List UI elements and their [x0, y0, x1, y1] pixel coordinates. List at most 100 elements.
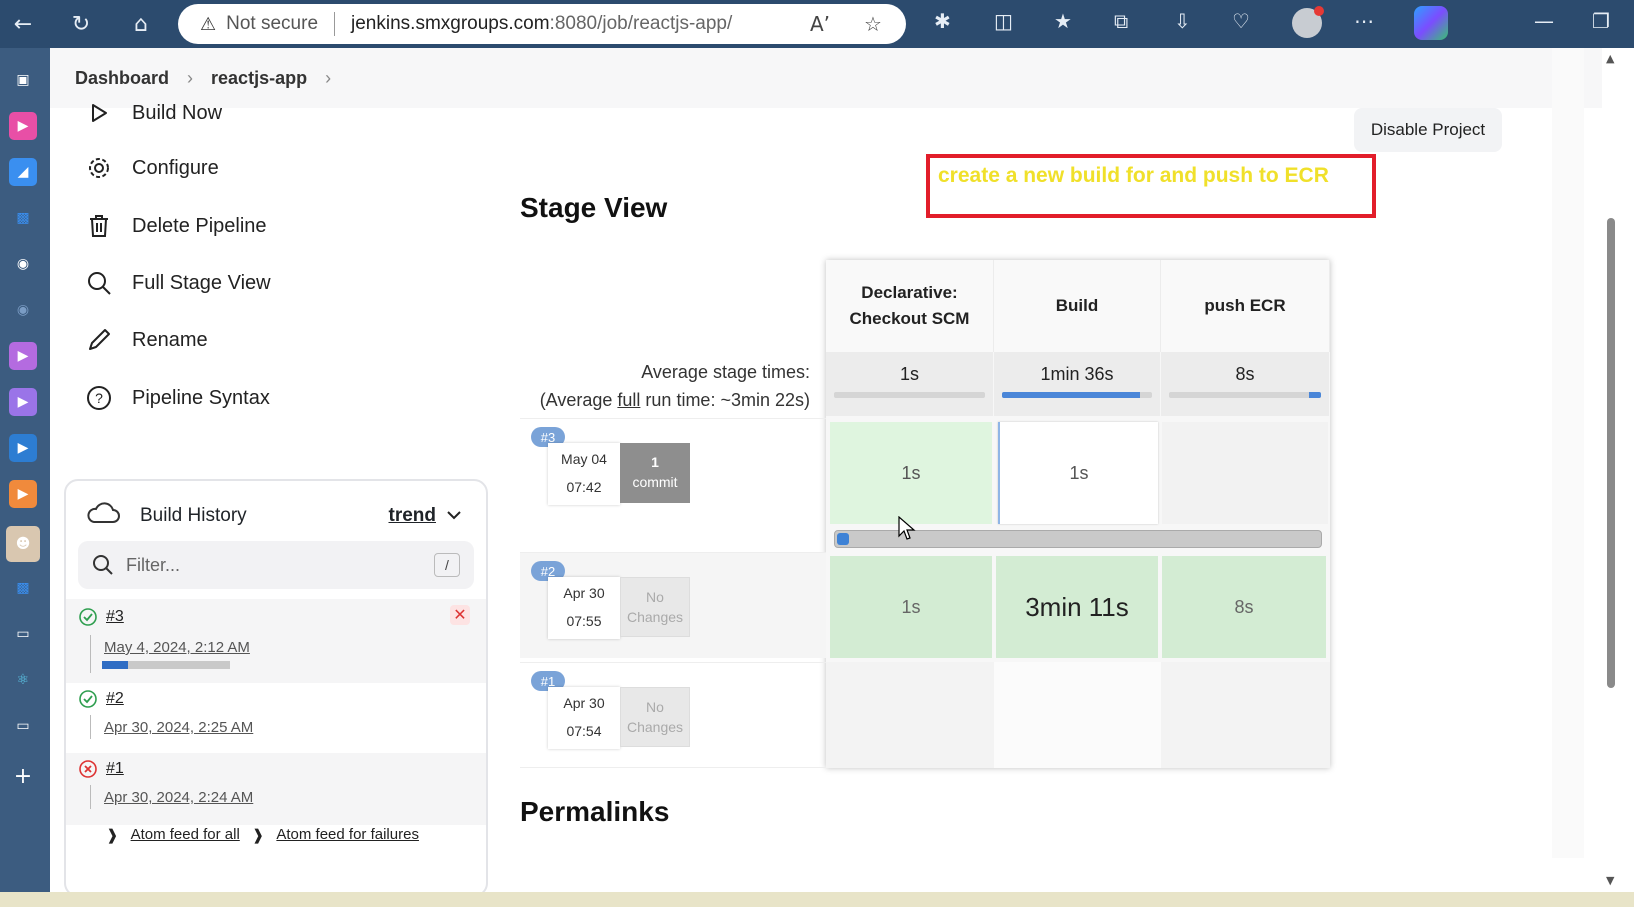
browser-toolbar: ← ↻ ⌂ ⚠ Not secure jenkins.smxgroups.com… [0, 0, 1634, 48]
sidebar-app-icon[interactable]: ◢ [9, 158, 37, 186]
chevron-right-icon[interactable]: › [325, 68, 331, 89]
tab-actions-icon[interactable]: ▣ [9, 66, 37, 94]
build-date-link[interactable]: Apr 30, 2024, 2:25 AM [104, 719, 253, 736]
build-row[interactable]: #1 Apr 30, 2024, 2:24 AM [66, 753, 486, 825]
stage-cell-empty [1161, 662, 1330, 768]
profile-avatar[interactable] [1292, 6, 1324, 38]
run-changes[interactable]: No Changes [620, 687, 690, 747]
build-number-link[interactable]: #1 [106, 760, 124, 778]
sidebar-app-icon[interactable]: ▩ [9, 574, 37, 602]
document-icon[interactable]: ▭ [9, 620, 37, 648]
play-icon [86, 100, 112, 126]
atom-feeds: ❱ Atom feed for all ❱ Atom feed for fail… [106, 826, 419, 844]
stage-cell-empty [826, 662, 994, 768]
jenkins-icon[interactable]: ☻ [6, 526, 40, 562]
task-pipeline-syntax[interactable]: ? Pipeline Syntax [86, 378, 270, 418]
refresh-icon[interactable]: ↻ [64, 8, 98, 40]
url-text: jenkins.smxgroups.com:8080/job/reactjs-a… [351, 13, 733, 34]
avg-stage-bar-fill [1002, 392, 1140, 398]
stage-header: Declarative: Checkout SCM [826, 260, 994, 352]
build-row[interactable]: #2 Apr 30, 2024, 2:25 AM [66, 683, 486, 755]
sidebar-app-icon[interactable]: ▶ [9, 480, 37, 508]
address-bar[interactable]: ⚠ Not secure jenkins.smxgroups.com:8080/… [178, 4, 906, 44]
task-delete-pipeline[interactable]: Delete Pipeline [86, 206, 267, 246]
stage-cell[interactable]: 3min 11s [996, 556, 1158, 658]
sidebar-app-icon[interactable]: ▶ [9, 112, 37, 140]
stage-cell[interactable]: 1s [830, 556, 992, 658]
run-changes[interactable]: No Changes [620, 577, 690, 637]
downloads-icon[interactable]: ⇩ [1174, 9, 1191, 33]
read-aloud-icon[interactable]: A’ [810, 12, 830, 36]
stage-header: Build [994, 260, 1161, 352]
atom-feed-failures-link[interactable]: Atom feed for failures [276, 826, 419, 844]
back-icon[interactable]: ← [6, 8, 40, 40]
copilot-icon[interactable] [1414, 6, 1448, 40]
run-row: #3 May 04 07:42 1 commit [520, 418, 826, 524]
sidebar-app-icon[interactable]: ▩ [9, 204, 37, 232]
restore-icon[interactable]: ❐ [1592, 9, 1610, 33]
sidebar-app-icon[interactable]: ▶ [9, 388, 37, 416]
disable-project-button[interactable]: Disable Project [1354, 108, 1502, 152]
breadcrumb-job[interactable]: reactjs-app [211, 68, 307, 89]
scrollbar-track[interactable] [1552, 48, 1584, 858]
build-row[interactable]: #3 ✕ May 4, 2024, 2:12 AM [66, 599, 486, 683]
sidebar-app-icon[interactable]: ▶ [9, 434, 37, 462]
jenkins-page: Dashboard › reactjs-app › Build Now Conf… [50, 48, 1634, 907]
build-date-link[interactable]: Apr 30, 2024, 2:24 AM [104, 789, 253, 806]
run-changes[interactable]: 1 commit [620, 443, 690, 503]
stage-cell[interactable]: 8s [1162, 556, 1326, 658]
add-icon[interactable]: + [9, 762, 37, 790]
collections-icon[interactable]: ⧉ [1114, 9, 1128, 33]
permalinks-title: Permalinks [520, 796, 670, 827]
scrollbar-thumb[interactable] [1607, 218, 1615, 688]
stage-view-title: Stage View [520, 192, 668, 223]
breadcrumb: Dashboard › reactjs-app › [50, 48, 1602, 108]
cancel-build-icon[interactable]: ✕ [450, 605, 470, 625]
taskbar-edge [0, 892, 1634, 907]
minimize-icon[interactable]: — [1534, 9, 1554, 33]
favorites-icon[interactable]: ★ [1054, 9, 1072, 33]
task-configure[interactable]: Configure [86, 148, 219, 188]
build-date-link[interactable]: May 4, 2024, 2:12 AM [104, 639, 250, 656]
gear-icon [86, 155, 112, 181]
extensions-icon[interactable]: ✱ [934, 9, 951, 33]
browser-essentials-icon[interactable]: ♡ [1232, 9, 1250, 33]
rss-icon: ❱ [251, 827, 265, 844]
atom-feed-all-link[interactable]: Atom feed for all [131, 826, 240, 844]
stage-cell-running[interactable]: 1s [998, 422, 1158, 524]
pencil-icon [86, 327, 112, 353]
avg-stage-bar [1002, 392, 1152, 398]
avg-stage-bar-fill [1308, 392, 1321, 398]
split-screen-icon[interactable]: ◫ [994, 9, 1013, 33]
more-icon[interactable]: ⋯ [1354, 9, 1374, 33]
sidebar-app-icon[interactable]: ▶ [9, 342, 37, 370]
build-number-link[interactable]: #3 [106, 608, 124, 626]
task-rename[interactable]: Rename [86, 320, 208, 360]
favorite-star-icon[interactable]: ☆ [864, 12, 882, 36]
full-run-link[interactable]: full [617, 390, 640, 410]
home-icon[interactable]: ⌂ [124, 8, 158, 40]
task-build-now[interactable]: Build Now [86, 93, 222, 133]
scroll-down-icon[interactable]: ▼ [1606, 874, 1614, 887]
build-filter-input[interactable]: Filter... / [78, 541, 474, 589]
document-icon[interactable]: ▭ [9, 712, 37, 740]
trend-link[interactable]: trend [389, 505, 437, 527]
run-date[interactable]: May 04 07:42 [548, 443, 620, 505]
github-icon[interactable]: ◉ [9, 296, 37, 324]
svg-text:?: ? [95, 390, 103, 406]
filter-placeholder: Filter... [126, 554, 181, 575]
build-history-header: Build History trend [86, 501, 466, 531]
run-date[interactable]: Apr 30 07:54 [548, 687, 620, 749]
github-icon[interactable]: ◉ [9, 250, 37, 278]
run-date[interactable]: Apr 30 07:55 [548, 577, 620, 639]
chevron-right-icon: › [187, 67, 194, 88]
scroll-up-icon[interactable]: ▲ [1606, 52, 1614, 65]
task-full-stage-view[interactable]: Full Stage View [86, 263, 271, 303]
breadcrumb-dashboard[interactable]: Dashboard [75, 68, 169, 89]
success-check-icon [78, 689, 98, 714]
avg-stage-bar [834, 392, 985, 398]
react-icon[interactable]: ⚛ [9, 666, 37, 694]
build-number-link[interactable]: #2 [106, 690, 124, 708]
chevron-down-icon[interactable] [446, 505, 462, 527]
stage-cell[interactable]: 1s [830, 422, 992, 524]
